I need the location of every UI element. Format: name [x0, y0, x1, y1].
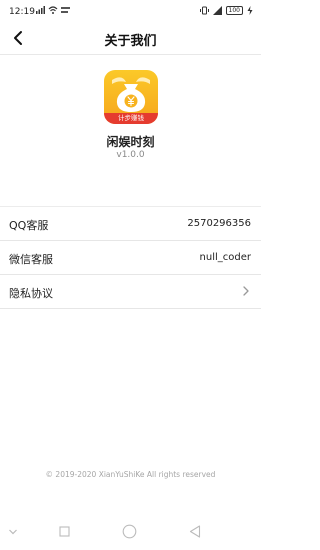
wechat-support-label: 微信客服 — [9, 253, 53, 266]
privacy-policy-label: 隐私协议 — [9, 287, 53, 300]
copyright-text: © 2019-2020 XianYuShiKe All rights reser… — [45, 470, 216, 479]
list-item-wechat-support[interactable]: 微信客服 null_coder — [0, 241, 261, 275]
system-nav-bar — [0, 518, 261, 548]
app-name: 闲娱时刻 — [106, 135, 155, 149]
qq-support-label: QQ客服 — [9, 219, 49, 232]
logo-caption: 计步赚钱 — [118, 114, 144, 122]
status-time: 12:19 — [9, 7, 35, 17]
list-item-qq-support[interactable]: QQ客服 2570296356 — [0, 206, 261, 241]
home-icon[interactable] — [122, 524, 137, 539]
header-divider — [0, 54, 261, 55]
qq-support-value: 2570296356 — [187, 218, 251, 229]
logo-caption-banner: 计步赚钱 — [104, 113, 158, 124]
recent-apps-icon[interactable] — [59, 526, 70, 537]
info-list: QQ客服 2570296356 微信客服 null_coder 隐私协议 — [0, 206, 261, 309]
status-bar: 12:19 100 — [0, 0, 261, 22]
signal-icon — [36, 6, 45, 14]
status-right-icons: 100 — [199, 6, 253, 15]
chevron-right-icon — [243, 286, 249, 296]
status-left-icons — [36, 6, 70, 14]
collapse-chevron-icon[interactable] — [8, 528, 18, 536]
charging-icon — [247, 6, 253, 15]
header: 关于我们 — [0, 24, 261, 54]
wechat-support-value: null_coder — [199, 252, 251, 263]
battery-indicator: 100 — [225, 6, 243, 15]
list-item-privacy-policy[interactable]: 隐私协议 — [0, 275, 261, 309]
app-version: v1.0.0 — [116, 150, 145, 160]
app-logo: 计步赚钱 — [104, 70, 158, 124]
sim-signal-icon — [212, 6, 222, 15]
network-speed-icon — [61, 7, 70, 13]
back-triangle-icon[interactable] — [189, 525, 201, 538]
page-title: 关于我们 — [104, 34, 157, 49]
vibrate-icon — [199, 6, 209, 15]
wifi-icon — [48, 6, 58, 14]
